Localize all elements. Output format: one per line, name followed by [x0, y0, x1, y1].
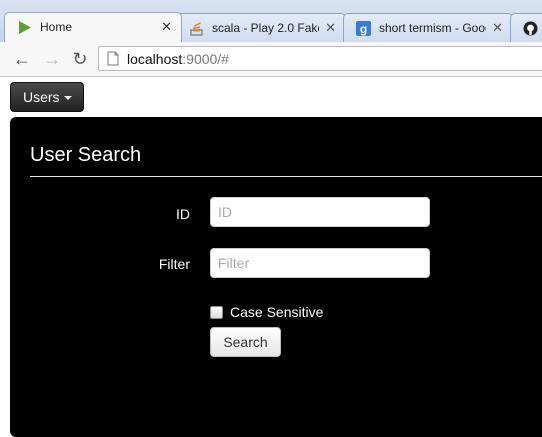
filter-label: Filter	[158, 256, 190, 272]
close-icon[interactable]: ✕	[492, 20, 503, 35]
tab-title: scala - Play 2.0 FakeA	[212, 21, 319, 35]
tab-github[interactable]	[510, 13, 542, 42]
divider	[30, 176, 542, 177]
google-icon: g	[356, 21, 371, 36]
address-bar[interactable]: localhost:9000/#	[98, 46, 542, 71]
browser-tab-strip: Home ✕ scala - Play 2.0 FakeA ✕ g short …	[0, 0, 542, 42]
close-icon[interactable]: ✕	[325, 20, 336, 35]
back-arrow-icon[interactable]: ←	[12, 49, 32, 69]
url-path: :9000/#	[182, 51, 229, 67]
forward-arrow-icon[interactable]: →	[42, 49, 62, 69]
tab-home[interactable]: Home ✕	[4, 12, 182, 42]
id-label: ID	[176, 206, 190, 222]
play-icon	[19, 21, 31, 34]
stack-overflow-icon	[190, 22, 203, 36]
url-host: localhost	[127, 51, 183, 67]
page-icon	[107, 51, 119, 66]
github-icon	[523, 21, 538, 36]
users-label: Users	[23, 89, 60, 105]
svg-text:g: g	[360, 22, 367, 36]
users-dropdown-button[interactable]: Users	[10, 82, 84, 112]
filter-input[interactable]	[210, 248, 430, 278]
user-search-panel: User Search ID Filter Case Sensitive Sea…	[10, 117, 542, 437]
caret-down-icon	[63, 96, 72, 101]
tab-title: Home	[40, 20, 73, 34]
tab-title: short termism - Goog	[379, 21, 486, 35]
url-text: localhost:9000/#	[127, 51, 229, 67]
case-sensitive-label: Case Sensitive	[230, 304, 324, 320]
panel-title: User Search	[30, 144, 142, 166]
browser-toolbar: ← → ↻ localhost:9000/#	[0, 42, 542, 77]
page-content: Users User Search ID Filter Case Sensiti…	[0, 77, 542, 437]
tab-scala-play[interactable]: scala - Play 2.0 FakeA ✕	[176, 13, 346, 42]
case-sensitive-checkbox[interactable]	[210, 306, 223, 319]
reload-icon[interactable]: ↻	[70, 49, 90, 69]
id-input[interactable]	[210, 197, 430, 227]
search-button[interactable]: Search	[210, 327, 281, 357]
close-icon[interactable]: ✕	[161, 19, 172, 34]
tab-google-search[interactable]: g short termism - Goog ✕	[343, 13, 513, 42]
